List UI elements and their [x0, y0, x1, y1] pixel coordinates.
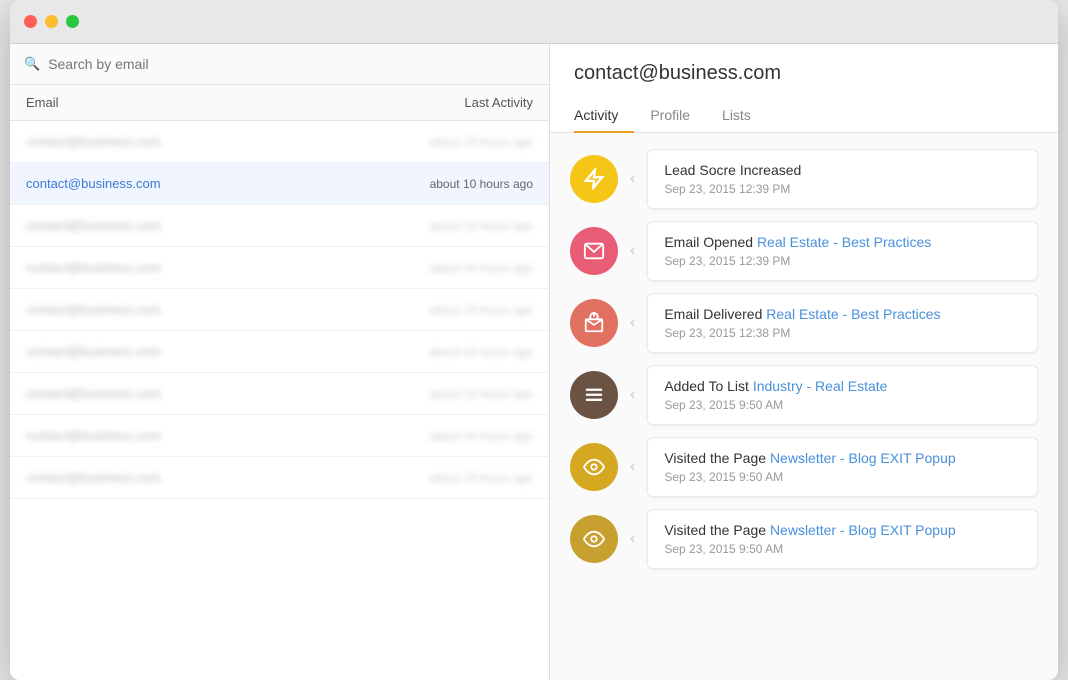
activity-item: ‹ Email Opened Real Estate - Best Practi… [570, 221, 1038, 281]
chevron-icon: ‹ [630, 530, 635, 548]
activity-title: Lead Socre Increased [664, 162, 1021, 178]
activity-title: Email Opened Real Estate - Best Practice… [664, 234, 1021, 250]
activity-title-plain: Visited the Page [664, 522, 770, 538]
activity-title: Added To List Industry - Real Estate [664, 378, 1021, 394]
right-header: contact@business.com ActivityProfileList… [550, 44, 1058, 133]
contact-row[interactable]: contact@business.com about 10 hours ago [10, 163, 549, 205]
activity-title-link[interactable]: Newsletter - Blog EXIT Popup [770, 522, 956, 538]
activity-time: Sep 23, 2015 12:39 PM [664, 254, 1021, 268]
contact-row[interactable]: contact@business.com about 10 hours ago [10, 289, 549, 331]
activity-icon [570, 371, 618, 419]
minimize-button[interactable] [45, 15, 58, 28]
activity-title: Visited the Page Newsletter - Blog EXIT … [664, 522, 1021, 538]
chevron-icon: ‹ [630, 314, 635, 332]
chevron-icon: ‹ [630, 458, 635, 476]
titlebar [10, 0, 1058, 44]
contact-email: contact@business.com [26, 260, 430, 275]
activity-card: Added To List Industry - Real Estate Sep… [647, 365, 1038, 425]
chevron-icon: ‹ [630, 386, 635, 404]
activity-time: Sep 23, 2015 12:38 PM [664, 326, 1021, 340]
activity-icon [570, 443, 618, 491]
contact-email-header: contact@business.com [574, 62, 1034, 85]
contact-time: about 10 hours ago [430, 471, 533, 485]
activity-title-link[interactable]: Newsletter - Blog EXIT Popup [770, 450, 956, 466]
activity-card: Lead Socre Increased Sep 23, 2015 12:39 … [647, 149, 1038, 209]
activity-card: Visited the Page Newsletter - Blog EXIT … [647, 437, 1038, 497]
activity-time: Sep 23, 2015 9:50 AM [664, 542, 1021, 556]
activity-card: Visited the Page Newsletter - Blog EXIT … [647, 509, 1038, 569]
contact-list: contact@business.com about 10 hours ago … [10, 121, 549, 680]
activity-card: Email Delivered Real Estate - Best Pract… [647, 293, 1038, 353]
activity-icon [570, 227, 618, 275]
contact-email: contact@business.com [26, 302, 430, 317]
contact-email: contact@business.com [26, 470, 430, 485]
email-column-header: Email [26, 95, 464, 110]
activity-item: ‹ Lead Socre Increased Sep 23, 2015 12:3… [570, 149, 1038, 209]
search-icon: 🔍 [24, 56, 40, 72]
contact-time: about 10 hours ago [430, 345, 533, 359]
contact-time: about 10 hours ago [430, 261, 533, 275]
activity-time: Sep 23, 2015 12:39 PM [664, 182, 1021, 196]
activity-title-plain: Email Opened [664, 234, 757, 250]
close-button[interactable] [24, 15, 37, 28]
tab-profile[interactable]: Profile [634, 99, 706, 133]
activity-time: Sep 23, 2015 9:50 AM [664, 398, 1021, 412]
activity-feed: ‹ Lead Socre Increased Sep 23, 2015 12:3… [550, 133, 1058, 680]
contact-time: about 10 hours ago [430, 177, 533, 191]
activity-title-link[interactable]: Industry - Real Estate [753, 378, 888, 394]
maximize-button[interactable] [66, 15, 79, 28]
activity-title-link[interactable]: Real Estate - Best Practices [757, 234, 931, 250]
search-input[interactable] [48, 56, 535, 72]
activity-icon [570, 515, 618, 563]
activity-title-plain: Visited the Page [664, 450, 770, 466]
contact-email: contact@business.com [26, 386, 430, 401]
tab-lists[interactable]: Lists [706, 99, 767, 133]
contact-email: contact@business.com [26, 134, 430, 149]
contact-time: about 10 hours ago [430, 387, 533, 401]
activity-item: ‹ Visited the Page Newsletter - Blog EXI… [570, 509, 1038, 569]
chevron-icon: ‹ [630, 242, 635, 260]
list-header: Email Last Activity [10, 85, 549, 121]
activity-card: Email Opened Real Estate - Best Practice… [647, 221, 1038, 281]
contact-time: about 10 hours ago [430, 219, 533, 233]
contact-email: contact@business.com [26, 428, 430, 443]
contact-time: about 10 hours ago [430, 303, 533, 317]
contact-row[interactable]: contact@business.com about 10 hours ago [10, 457, 549, 499]
app-window: 🔍 Email Last Activity contact@business.c… [10, 0, 1058, 680]
tab-activity[interactable]: Activity [574, 99, 634, 133]
activity-item: ‹ Added To List Industry - Real Estate S… [570, 365, 1038, 425]
contact-row[interactable]: contact@business.com about 10 hours ago [10, 331, 549, 373]
app-body: 🔍 Email Last Activity contact@business.c… [10, 44, 1058, 680]
chevron-icon: ‹ [630, 170, 635, 188]
activity-time: Sep 23, 2015 9:50 AM [664, 470, 1021, 484]
contact-time: about 10 hours ago [430, 429, 533, 443]
traffic-lights [24, 15, 79, 28]
tab-bar: ActivityProfileLists [574, 99, 1034, 132]
activity-title-plain: Added To List [664, 378, 752, 394]
contact-row[interactable]: contact@business.com about 10 hours ago [10, 415, 549, 457]
contact-row[interactable]: contact@business.com about 10 hours ago [10, 247, 549, 289]
contact-email: contact@business.com [26, 344, 430, 359]
activity-column-header: Last Activity [464, 95, 533, 110]
activity-icon [570, 155, 618, 203]
activity-icon [570, 299, 618, 347]
activity-title-plain: Email Delivered [664, 306, 766, 322]
activity-item: ‹ Visited the Page Newsletter - Blog EXI… [570, 437, 1038, 497]
contact-email: contact@business.com [26, 218, 430, 233]
search-bar: 🔍 [10, 44, 549, 85]
contact-row[interactable]: contact@business.com about 10 hours ago [10, 121, 549, 163]
left-panel: 🔍 Email Last Activity contact@business.c… [10, 44, 550, 680]
contact-time: about 10 hours ago [430, 135, 533, 149]
contact-row[interactable]: contact@business.com about 10 hours ago [10, 205, 549, 247]
contact-row[interactable]: contact@business.com about 10 hours ago [10, 373, 549, 415]
activity-item: ‹ Email Delivered Real Estate - Best Pra… [570, 293, 1038, 353]
contact-email: contact@business.com [26, 176, 430, 191]
activity-title: Visited the Page Newsletter - Blog EXIT … [664, 450, 1021, 466]
right-panel: contact@business.com ActivityProfileList… [550, 44, 1058, 680]
activity-title-link[interactable]: Real Estate - Best Practices [766, 306, 940, 322]
activity-title-plain: Lead Socre Increased [664, 162, 801, 178]
activity-title: Email Delivered Real Estate - Best Pract… [664, 306, 1021, 322]
